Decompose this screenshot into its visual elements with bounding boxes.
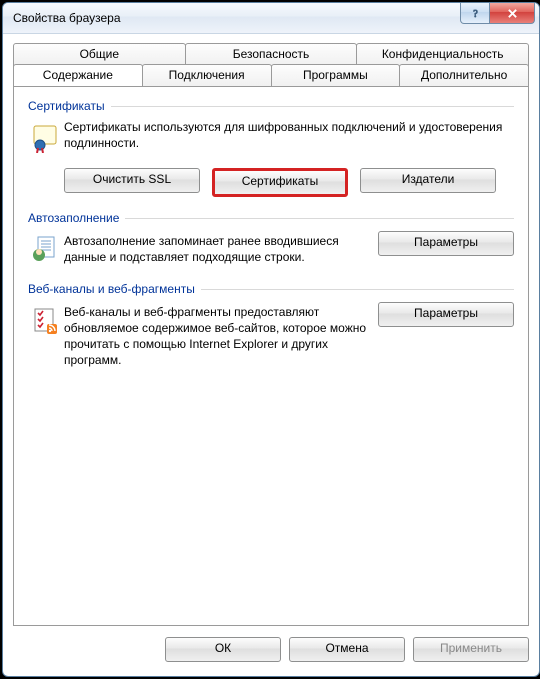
group-certificates: Сертификаты Сертификаты используются для… (28, 99, 514, 197)
dialog-footer: ОК Отмена Применить (13, 632, 529, 666)
ok-button[interactable]: ОК (165, 637, 281, 662)
titlebar: Свойства браузера ? (3, 3, 539, 34)
tab-connections[interactable]: Подключения (142, 64, 272, 88)
feeds-desc: Веб-каналы и веб-фрагменты предоставляют… (64, 302, 378, 368)
publishers-button[interactable]: Издатели (360, 168, 496, 193)
clear-ssl-button[interactable]: Очистить SSL (64, 168, 200, 193)
feeds-settings-button[interactable]: Параметры (378, 302, 514, 327)
dialog-window: Свойства браузера ? Общие Безопасность К… (2, 2, 540, 677)
group-feeds: Веб-каналы и веб-фрагменты Веб-каналы и … (28, 282, 514, 368)
help-button[interactable]: ? (460, 3, 490, 24)
group-label: Автозаполнение (28, 211, 119, 225)
cancel-button[interactable]: Отмена (289, 637, 405, 662)
group-label: Сертификаты (28, 99, 105, 113)
tab-panel-content: Сертификаты Сертификаты используются для… (13, 86, 529, 626)
window-buttons: ? (461, 3, 535, 24)
tab-programs[interactable]: Программы (271, 64, 401, 88)
close-button[interactable] (489, 3, 535, 24)
window-title: Свойства браузера (13, 11, 121, 25)
autocomplete-icon (28, 231, 64, 268)
tab-advanced[interactable]: Дополнительно (399, 64, 529, 88)
client-area: Общие Безопасность Конфиденциальность Со… (13, 43, 529, 666)
svg-text:?: ? (473, 9, 478, 19)
group-autocomplete: Автозаполнение Автозаполнение запоминает… (28, 211, 514, 268)
tab-content[interactable]: Содержание (13, 64, 143, 88)
group-label: Веб-каналы и веб-фрагменты (28, 282, 195, 296)
tab-strip: Общие Безопасность Конфиденциальность Со… (13, 43, 529, 87)
autocomplete-desc: Автозаполнение запоминает ранее вводивши… (64, 231, 378, 265)
feeds-icon (28, 302, 64, 339)
autocomplete-settings-button[interactable]: Параметры (378, 231, 514, 256)
certificate-icon (28, 119, 64, 156)
apply-button[interactable]: Применить (413, 637, 529, 662)
certificates-button[interactable]: Сертификаты (212, 168, 348, 197)
certificates-desc: Сертификаты используются для шифрованных… (64, 119, 514, 156)
